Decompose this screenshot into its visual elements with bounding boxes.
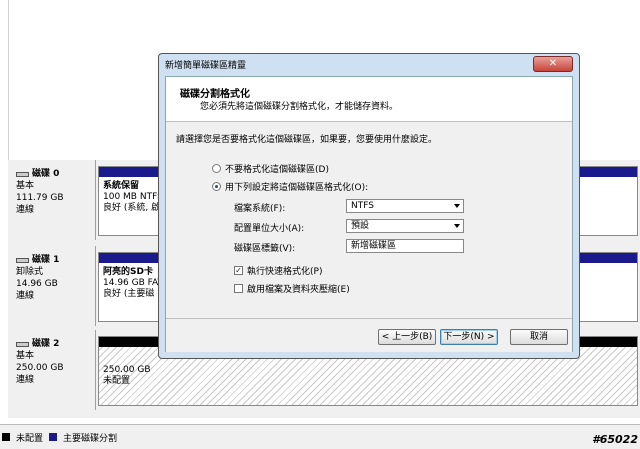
legend-primary: 主要磁碟分割 — [63, 433, 118, 444]
disk-label-1[interactable]: 磁碟 1 卸除式 14.96 GB 連線 — [8, 246, 96, 326]
disk-status: 連線 — [16, 205, 35, 215]
radio-format[interactable]: 用下列設定將這個磁碟區格式化(O): — [212, 180, 368, 193]
file-system-value: NTFS — [351, 201, 374, 211]
partition-title: 阿亮的SD卡 — [103, 267, 153, 277]
file-system-select[interactable]: NTFS — [346, 199, 464, 213]
wizard-header: 磁碟分割格式化 您必須先將這個磁碟分割格式化，才能儲存資料。 — [166, 77, 572, 122]
partition-title: 系統保留 — [103, 181, 140, 191]
checkmark-icon[interactable]: ✓ — [234, 266, 243, 275]
radio-no-format[interactable]: 不要格式化這個磁碟區(D) — [212, 162, 329, 175]
close-icon[interactable]: ✕ — [533, 56, 573, 72]
legend-unallocated-swatch — [2, 433, 10, 441]
wizard-panel: 磁碟分割格式化 您必須先將這個磁碟分割格式化，才能儲存資料。 請選擇您是否要格式… — [165, 76, 573, 352]
disk-icon — [16, 171, 29, 177]
checkbox-icon[interactable] — [234, 284, 243, 293]
legend: 未配置 主要磁碟分割 — [0, 424, 640, 449]
radio-no-format-label: 不要格式化這個磁碟區(D) — [225, 165, 329, 175]
allocation-size-value: 預設 — [351, 221, 370, 231]
quick-format-label: 執行快速格式化(P) — [247, 267, 323, 277]
disk-size: 250.00 GB — [16, 363, 64, 373]
partition-size: 100 MB NTFS — [103, 192, 163, 202]
page-subtitle: 您必須先將這個磁碟分割格式化，才能儲存資料。 — [200, 102, 399, 112]
allocation-size-label: 配置單位大小(A): — [234, 224, 305, 234]
allocation-size-select[interactable]: 預設 — [346, 219, 464, 233]
radio-selected-icon[interactable] — [212, 182, 221, 191]
cancel-button[interactable]: 取消 — [510, 329, 568, 345]
compression-label: 啟用檔案及資料夾壓縮(E) — [247, 285, 350, 295]
wizard-footer: < 上一步(B) 下一步(N) > 取消 — [166, 318, 572, 352]
disk-status: 連線 — [16, 291, 35, 301]
disk-name: 磁碟 2 — [32, 339, 60, 349]
page-title: 磁碟分割格式化 — [180, 89, 250, 100]
partition-size: 250.00 GB — [103, 365, 151, 375]
partition-size: 14.96 GB FAT — [103, 278, 163, 288]
disk-icon — [16, 341, 29, 347]
compression-checkbox[interactable]: 啟用檔案及資料夾壓縮(E) — [234, 282, 350, 295]
intro-text: 請選擇您是否要格式化這個磁碟區，如果要，您要使用什麼設定。 — [176, 135, 438, 145]
disk-size: 14.96 GB — [16, 279, 58, 289]
disk-type: 基本 — [16, 181, 35, 191]
new-simple-volume-wizard: 新增簡單磁碟區精靈 ✕ 磁碟分割格式化 您必須先將這個磁碟分割格式化，才能儲存資… — [158, 53, 580, 359]
disk-label-0[interactable]: 磁碟 0 基本 111.79 GB 連線 — [8, 160, 96, 240]
volume-label-label: 磁碟區標籤(V): — [234, 244, 296, 254]
partition-status: 未配置 — [103, 376, 131, 386]
volume-label-input[interactable]: 新增磁碟區 — [346, 239, 464, 253]
file-system-label: 檔案系統(F): — [234, 204, 286, 214]
radio-icon[interactable] — [212, 164, 221, 173]
chevron-down-icon — [454, 204, 460, 208]
disk-label-2[interactable]: 磁碟 2 基本 250.00 GB 連線 — [8, 330, 96, 410]
legend-unallocated: 未配置 — [16, 433, 44, 444]
partition-status: 良好 (主要磁 — [103, 289, 155, 299]
partition-status: 良好 (系統, 啟 — [103, 203, 161, 213]
disk-type: 卸除式 — [16, 267, 44, 277]
chevron-down-icon — [454, 224, 460, 228]
back-button[interactable]: < 上一步(B) — [378, 329, 436, 345]
dialog-title: 新增簡單磁碟區精靈 — [165, 61, 247, 71]
disk-icon — [16, 257, 29, 263]
disk-name: 磁碟 1 — [32, 255, 60, 265]
disk-size: 111.79 GB — [16, 193, 64, 203]
radio-format-label: 用下列設定將這個磁碟區格式化(O): — [225, 183, 369, 193]
divider — [8, 0, 9, 160]
next-button[interactable]: 下一步(N) > — [440, 329, 498, 345]
legend-primary-swatch — [49, 433, 58, 441]
disk-name: 磁碟 0 — [32, 169, 60, 179]
quick-format-checkbox[interactable]: ✓ 執行快速格式化(P) — [234, 264, 322, 277]
disk-type: 基本 — [16, 351, 35, 361]
wizard-body: 請選擇您是否要格式化這個磁碟區，如果要，您要使用什麼設定。 不要格式化這個磁碟區… — [166, 122, 572, 318]
disk-status: 連線 — [16, 375, 35, 385]
watermark: #65022 — [592, 433, 638, 446]
